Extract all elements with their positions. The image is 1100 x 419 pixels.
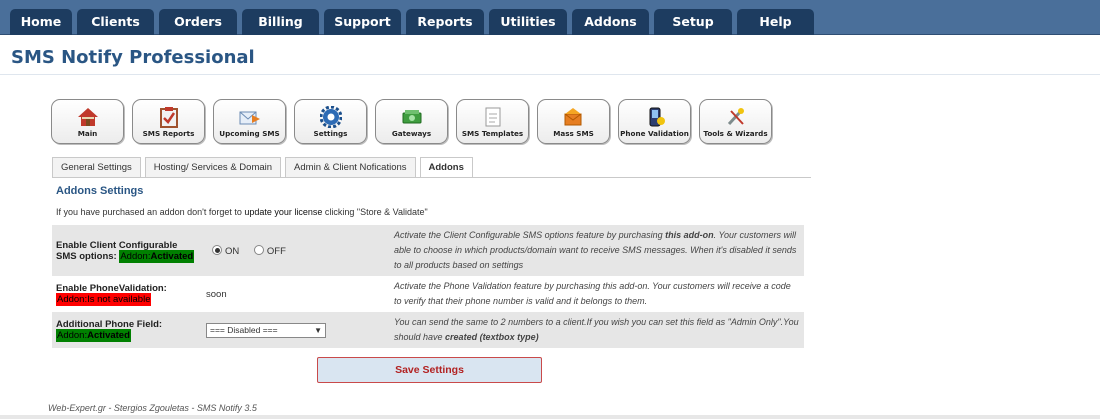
footer-credit: Web-Expert.gr - Stergios Zgouletas - SMS… (48, 403, 257, 413)
info-text-post: clicking "Store & Validate" (322, 207, 428, 217)
footer-bar (0, 415, 1100, 419)
menu-main-button[interactable]: Main (51, 99, 124, 144)
nav-billing[interactable]: Billing (242, 9, 319, 35)
phone-icon (649, 107, 665, 127)
badge-status: Activated (87, 330, 130, 341)
tab-admin-client-notifications[interactable]: Admin & Client Nofications (285, 157, 416, 178)
menu-upcoming-sms-label: Upcoming SMS (219, 129, 280, 138)
menu-main-label: Main (77, 129, 98, 138)
setting-label-cell: Enable PhoneValidation: Addon:Is not ava… (52, 276, 202, 312)
addons-settings-table: Enable Client Configurable SMS options: … (52, 225, 804, 348)
radio-on[interactable] (212, 244, 222, 255)
menu-gateways-label: Gateways (391, 129, 432, 138)
menu-sms-templates-label: SMS Templates (461, 129, 524, 138)
phone-validation-value: soon (206, 288, 227, 300)
menu-upcoming-sms-button[interactable]: Upcoming SMS (213, 99, 286, 144)
tools-icon (727, 108, 744, 126)
radio-off-label: OFF (266, 245, 286, 257)
tab-hosting-services-domain[interactable]: Hosting/ Services & Domain (144, 157, 282, 178)
setting-control-cell: === Disabled === ▼ (202, 312, 390, 348)
setting-description: Activate the Phone Validation feature by… (394, 281, 791, 306)
info-text-pre: If you have purchased an addon don't for… (56, 207, 245, 217)
clipboard-icon (159, 107, 178, 128)
nav-help[interactable]: Help (737, 9, 814, 35)
house-icon (77, 108, 98, 126)
menu-mass-sms-label: Mass SMS (553, 129, 594, 138)
envelope-arrow-icon (239, 111, 260, 125)
save-settings-button[interactable]: Save Settings (317, 357, 542, 383)
update-license-text: update your license (244, 207, 323, 217)
divider (0, 74, 1100, 75)
addon-status-badge: Addon:Is not available (56, 293, 152, 306)
gear-icon (319, 106, 342, 128)
setting-label-cell: Enable Client Configurable SMS options: … (52, 225, 202, 276)
tab-divider (52, 177, 811, 178)
page-title: SMS Notify Professional (11, 47, 255, 68)
nav-reports[interactable]: Reports (406, 9, 484, 35)
setting-description: You can send the same to 2 numbers to a … (390, 312, 804, 348)
money-icon (402, 110, 421, 124)
select-value: === Disabled === (210, 324, 278, 335)
mass-mail-icon (564, 108, 581, 126)
addon-status-badge: Addon:Activated (56, 329, 131, 342)
desc-bold: this add-on (665, 230, 714, 240)
template-icon (485, 107, 500, 127)
nav-addons[interactable]: Addons (572, 9, 649, 35)
top-navbar: Home Clients Orders Billing Support Repo… (0, 0, 1100, 35)
settings-tabs: General Settings Hosting/ Services & Dom… (52, 157, 473, 178)
menu-settings-label: Settings (313, 129, 348, 138)
nav-clients[interactable]: Clients (77, 9, 154, 35)
radio-off[interactable] (253, 244, 264, 255)
tab-general-settings[interactable]: General Settings (52, 157, 141, 178)
additional-phone-select[interactable]: === Disabled === ▼ (206, 322, 326, 338)
desc-pre: Activate the Client Configurable SMS opt… (394, 230, 666, 240)
section-title: Addons Settings (56, 185, 144, 197)
badge-status: Activated (150, 250, 194, 262)
menu-tools-wizards-button[interactable]: Tools & Wizards (699, 99, 772, 144)
radio-on-label: ON (225, 245, 240, 257)
setting-control-cell: soon (202, 276, 390, 312)
nav-support[interactable]: Support (324, 9, 401, 35)
setting-row-additional-phone: Additional Phone Field: Addon:Activated … (52, 312, 804, 348)
main-menu: Home Clients Orders Billing Support Repo… (10, 9, 814, 35)
menu-sms-templates-button[interactable]: SMS Templates (456, 99, 529, 144)
nav-setup[interactable]: Setup (654, 9, 732, 35)
nav-utilities[interactable]: Utilities (489, 9, 567, 35)
chevron-down-icon: ▼ (314, 325, 322, 335)
menu-gateways-button[interactable]: Gateways (375, 99, 448, 144)
setting-row-client-configurable: Enable Client Configurable SMS options: … (52, 225, 804, 276)
desc-bold: created (textbox type) (445, 332, 539, 342)
addon-status-badge: Addon:Activated (119, 249, 195, 263)
menu-sms-reports-button[interactable]: SMS Reports (132, 99, 205, 144)
nav-orders[interactable]: Orders (159, 9, 237, 35)
module-icon-menu: Main SMS Reports Upcoming SMS Settings G… (51, 99, 772, 144)
badge-prefix: Addon: (120, 250, 151, 262)
menu-sms-reports-label: SMS Reports (142, 129, 195, 138)
setting-label-cell: Additional Phone Field: Addon:Activated (52, 312, 202, 348)
menu-tools-wizards-label: Tools & Wizards (703, 129, 768, 138)
setting-row-phone-validation: Enable PhoneValidation: Addon:Is not ava… (52, 276, 804, 312)
nav-home[interactable]: Home (10, 9, 72, 35)
menu-phone-validation-button[interactable]: Phone Validation (618, 99, 691, 144)
license-info: If you have purchased an addon don't for… (56, 207, 428, 217)
menu-mass-sms-button[interactable]: Mass SMS (537, 99, 610, 144)
setting-description: Activate the Client Configurable SMS opt… (390, 225, 804, 276)
setting-control-cell: ON OFF (202, 225, 390, 276)
badge-prefix: Addon: (57, 330, 88, 341)
menu-phone-validation-label: Phone Validation (620, 129, 689, 138)
menu-settings-button[interactable]: Settings (294, 99, 367, 144)
tab-addons[interactable]: Addons (419, 157, 473, 178)
